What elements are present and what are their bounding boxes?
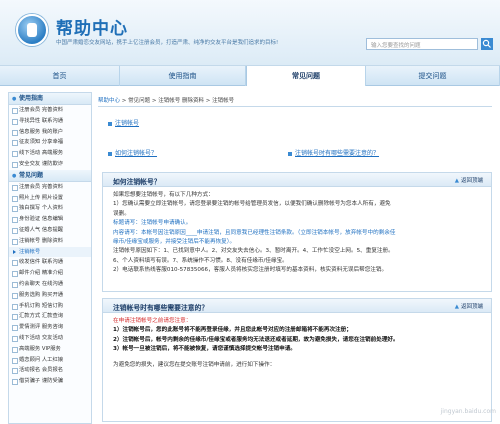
sidebar-item[interactable]: 寻找异性 联系沟通 xyxy=(9,116,91,127)
sidebar-item[interactable]: 征婚人气 信息提醒 xyxy=(9,225,91,236)
note-line: 2）注销帐号后，帐号内剩余的佳缘币/佳缘宝或者服务均无法退还或者延期，故为避免损… xyxy=(113,336,399,343)
sidebar-item[interactable]: 线下活动 高端服务 xyxy=(9,148,91,159)
sidebar-item[interactable]: 约会聊天 在线沟通 xyxy=(9,279,91,290)
sidebar-item[interactable]: 借贷骗子 谨防受骗 xyxy=(9,376,91,387)
main-nav: 首页 使用指南 常见问题 提交问题 xyxy=(0,66,500,86)
bullet-icon xyxy=(108,121,112,126)
search-icon[interactable] xyxy=(481,38,493,50)
box-header: 注销帐号时有哪些需要注意的？ ▲ 返回顶端 xyxy=(103,299,491,313)
sidebar-item[interactable]: 婚恋顾问 人工红娘 xyxy=(9,355,91,366)
cancel-account-link[interactable]: 注销帐号 xyxy=(115,120,139,127)
note-line: 1）注销帐号后，您的此账号将不能再登录佳缘，并且您此帐号对应的注册邮箱将不能再次… xyxy=(113,327,352,334)
box-title: 注销帐号时有哪些需要注意的？ xyxy=(113,304,209,312)
sidebar-item[interactable]: 服务选购 购买开通 xyxy=(9,290,91,301)
sidebar-item[interactable]: 活动报名 会员报名 xyxy=(9,365,91,376)
sidebar-item-cancel-account[interactable]: 注销帐号 xyxy=(9,246,91,258)
answer-box-notes: 注销帐号时有哪些需要注意的？ ▲ 返回顶端 在申请注销帐号之前请您注意： 1）注销… xyxy=(102,298,492,422)
sidebar-item[interactable]: 信息服务 我的账户 xyxy=(9,127,91,138)
bullet-icon xyxy=(288,151,292,156)
back-to-top-label[interactable]: 返回顶端 xyxy=(461,304,483,310)
sidebar-item[interactable]: 注册会员 完善资料 xyxy=(9,182,91,193)
bullet-icon xyxy=(108,151,112,156)
nav-faq[interactable]: 常见问题 xyxy=(246,66,366,86)
back-to-top-link[interactable]: ▲ 返回顶端 xyxy=(455,302,483,310)
sidebar-item[interactable]: 征友须知 分享幸福 xyxy=(9,137,91,148)
header-subtitle: 中国严肃婚恋交友网站，携手上亿注册会员，打造严肃、纯净的交友平台是我们追求的目标… xyxy=(56,40,279,46)
up-arrow-icon: ▲ xyxy=(454,178,459,184)
sidebar-item[interactable]: 注册会员 完善资料 xyxy=(9,105,91,116)
footer-line: 为避免您的损失，建议您在提交账号注销申请前，进行如下操作： xyxy=(113,361,276,368)
sidebar-item[interactable]: 高端服务 VIP服务 xyxy=(9,344,91,355)
question-link-notes[interactable]: 注销帐号时有哪些需要注意的？ xyxy=(295,150,379,157)
question-link-how[interactable]: 如何注销帐号？ xyxy=(115,150,157,157)
sidebar-item[interactable]: 身份验证 信息编辑 xyxy=(9,214,91,225)
help-center-logo-icon xyxy=(16,14,48,46)
answer-line: 误删。 xyxy=(113,210,130,217)
box-title: 如何注销帐号？ xyxy=(113,178,161,186)
breadcrumb: 帮助中心 > 常见问题 > 注销帐号 删除资料 > 注销帐号 xyxy=(98,96,234,104)
sidebar-item[interactable]: 注销帐号 删除资料 xyxy=(9,236,91,247)
main-content: 帮助中心 > 常见问题 > 注销帐号 删除资料 > 注销帐号 注销帐号 如何注销… xyxy=(98,92,494,424)
answer-line: 6、个人资料填写有误。7、系统操作不习惯。8、没有佳缘币/佳缘宝。 xyxy=(113,257,288,264)
sidebar-section-faq[interactable]: 常见问题 xyxy=(9,169,91,182)
sidebar-item[interactable]: 安全交友 谨防欺诈 xyxy=(9,159,91,170)
sidebar-section-guide[interactable]: 使用指南 xyxy=(9,93,91,105)
up-arrow-icon: ▲ xyxy=(454,304,459,310)
sidebar-item[interactable]: 手机订购 短信订购 xyxy=(9,301,91,312)
nav-user-guide[interactable]: 使用指南 xyxy=(120,66,246,86)
sidebar: 使用指南 注册会员 完善资料 寻找异性 联系沟通 信息服务 我的账户 征友须知 … xyxy=(8,92,92,424)
sidebar-item[interactable]: 照片上传 照片设置 xyxy=(9,193,91,204)
note-line: 3）帐号一旦被注销后，将不能被恢复，请您谨慎选择提交帐号注销申请。 xyxy=(113,346,296,353)
sidebar-item[interactable]: 汇款方式 汇款查询 xyxy=(9,311,91,322)
top-link-row: 注销帐号 xyxy=(108,118,139,127)
question-link-row: 注销帐号时有哪些需要注意的？ xyxy=(288,148,379,157)
breadcrumb-path: > 常见问题 > 注销帐号 删除资料 > 注销帐号 xyxy=(120,98,235,104)
search-input[interactable]: 输入您要查找的问题 xyxy=(366,38,478,50)
sidebar-item[interactable]: 收发信件 联系沟通 xyxy=(9,257,91,268)
answer-line: 如果您想要注销帐号，有以下几种方式： xyxy=(113,192,214,198)
sidebar-item[interactable]: 爱情测评 服务咨询 xyxy=(9,322,91,333)
question-link-row: 如何注销帐号？ xyxy=(108,148,157,157)
divider xyxy=(98,106,492,107)
answer-line: 缘币/佳缘宝或服务，并接受注销后不能再恢复）。 xyxy=(113,239,236,246)
answer-line: 标题请写：注销帐号申请确认。 xyxy=(113,220,192,227)
sidebar-item[interactable]: 邮件介绍 精准介绍 xyxy=(9,268,91,279)
box-header: 如何注销帐号？ ▲ 返回顶端 xyxy=(103,173,491,187)
nav-home[interactable]: 首页 xyxy=(0,66,120,86)
answer-line: 注销帐号原因如下：1、已找到意中人。2、对交友失去信心。3、暂时离开。4、工作忙… xyxy=(113,248,394,255)
answer-line: 内容请写：本帐号因注销原因____申请注销，且同意我已经理性注销条款。（立即注销… xyxy=(113,229,396,236)
box-body: 如果您想要注销帐号，有以下几种方式： 1）您确认需要立即注销帐号，请您登录要注销… xyxy=(103,187,491,280)
answer-line: 2）电话联系热线客服010-57835066，客服人员将核实您注册时填写的基本资… xyxy=(113,267,388,274)
box-body: 在申请注销帐号之前请您注意： 1）注销帐号后，您的此账号将不能再登录佳缘，并且您… xyxy=(103,313,491,374)
watermark-text: jingyan.baidu.com xyxy=(440,408,496,415)
sidebar-item[interactable]: 线下活动 交友活动 xyxy=(9,333,91,344)
nav-submit-question[interactable]: 提交问题 xyxy=(366,66,500,86)
answer-box-how: 如何注销帐号？ ▲ 返回顶端 如果您想要注销帐号，有以下几种方式： 1）您确认需要… xyxy=(102,172,492,292)
warning-line: 在申请注销帐号之前请您注意： xyxy=(113,318,192,324)
sidebar-item[interactable]: 独白撰写 个人资料 xyxy=(9,203,91,214)
answer-line: 1）您确认需要立即注销帐号，请您登录要注销的帐号给管理员发信，以便我们确认删除帐… xyxy=(113,201,391,208)
back-to-top-link[interactable]: ▲ 返回顶端 xyxy=(455,176,483,184)
breadcrumb-home[interactable]: 帮助中心 xyxy=(98,98,120,104)
page-header: 帮助中心 中国严肃婚恋交友网站，携手上亿注册会员，打造严肃、纯净的交友平台是我们… xyxy=(0,0,500,66)
page-title: 帮助中心 xyxy=(56,19,128,39)
back-to-top-label[interactable]: 返回顶端 xyxy=(461,178,483,184)
